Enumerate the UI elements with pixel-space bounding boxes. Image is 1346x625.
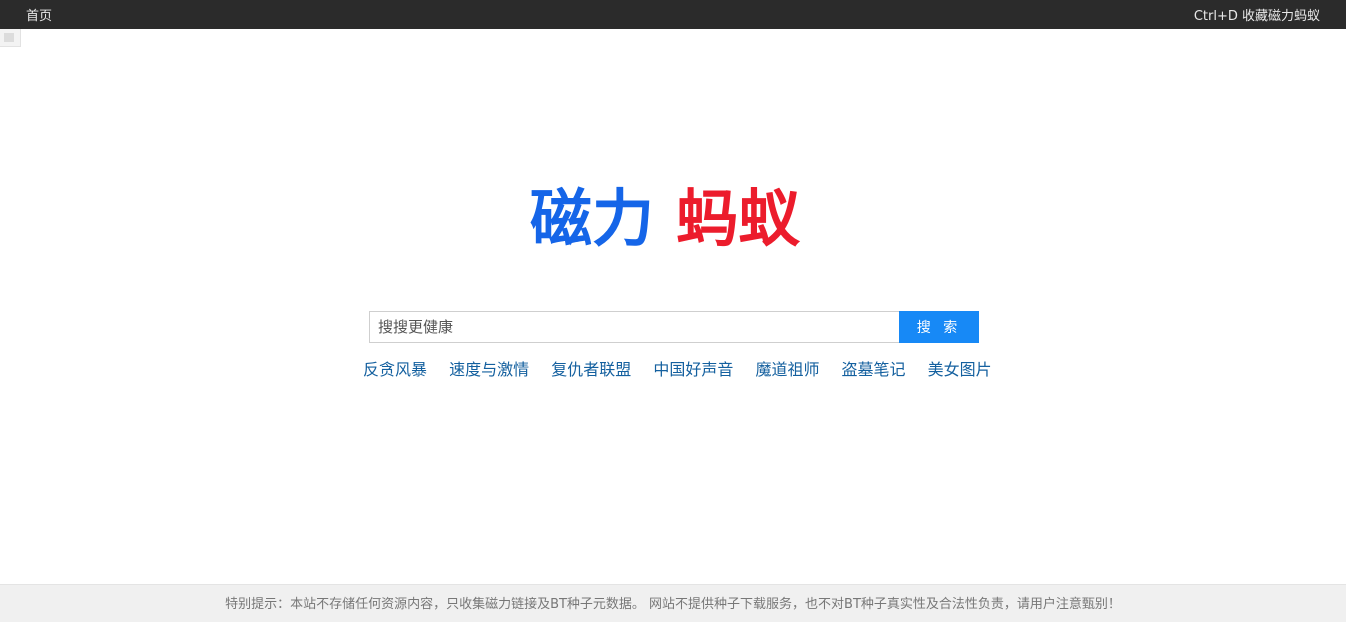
hot-search-links: 反贪风暴 速度与激情 复仇者联盟 中国好声音 魔道祖师 盗墓笔记 美女图片 <box>363 356 1003 380</box>
hot-link[interactable]: 中国好声音 <box>653 356 733 380</box>
hot-link[interactable]: 复仇者联盟 <box>551 356 631 380</box>
search-input[interactable] <box>369 311 899 343</box>
home-link[interactable]: 首页 <box>26 5 52 24</box>
hot-link[interactable]: 美女图片 <box>928 356 992 380</box>
search-button[interactable]: 搜 索 <box>899 311 979 343</box>
hot-link[interactable]: 盗墓笔记 <box>842 356 906 380</box>
hot-link[interactable]: 魔道祖师 <box>755 356 819 380</box>
footer: 特别提示：本站不存储任何资源内容，只收集磁力链接及BT种子元数据。 网站不提供种… <box>0 584 1346 622</box>
top-navigation-bar: 首页 Ctrl+D 收藏磁力蚂蚁 <box>0 0 1346 29</box>
disclaimer-text: 特别提示：本站不存储任何资源内容，只收集磁力链接及BT种子元数据。 网站不提供种… <box>225 597 1121 612</box>
side-tab-handle[interactable] <box>0 29 21 47</box>
hot-link[interactable]: 反贪风暴 <box>363 356 427 380</box>
tab-icon <box>4 33 14 42</box>
hot-link[interactable]: 速度与激情 <box>449 356 529 380</box>
site-logo: 磁力 蚂蚁 <box>528 176 820 256</box>
search-form: 搜 索 <box>369 311 979 343</box>
bookmark-hint: Ctrl+D 收藏磁力蚂蚁 <box>1193 9 1320 24</box>
logo-text-blue: 磁力 <box>530 182 654 255</box>
logo-text-red: 蚂蚁 <box>676 182 801 255</box>
